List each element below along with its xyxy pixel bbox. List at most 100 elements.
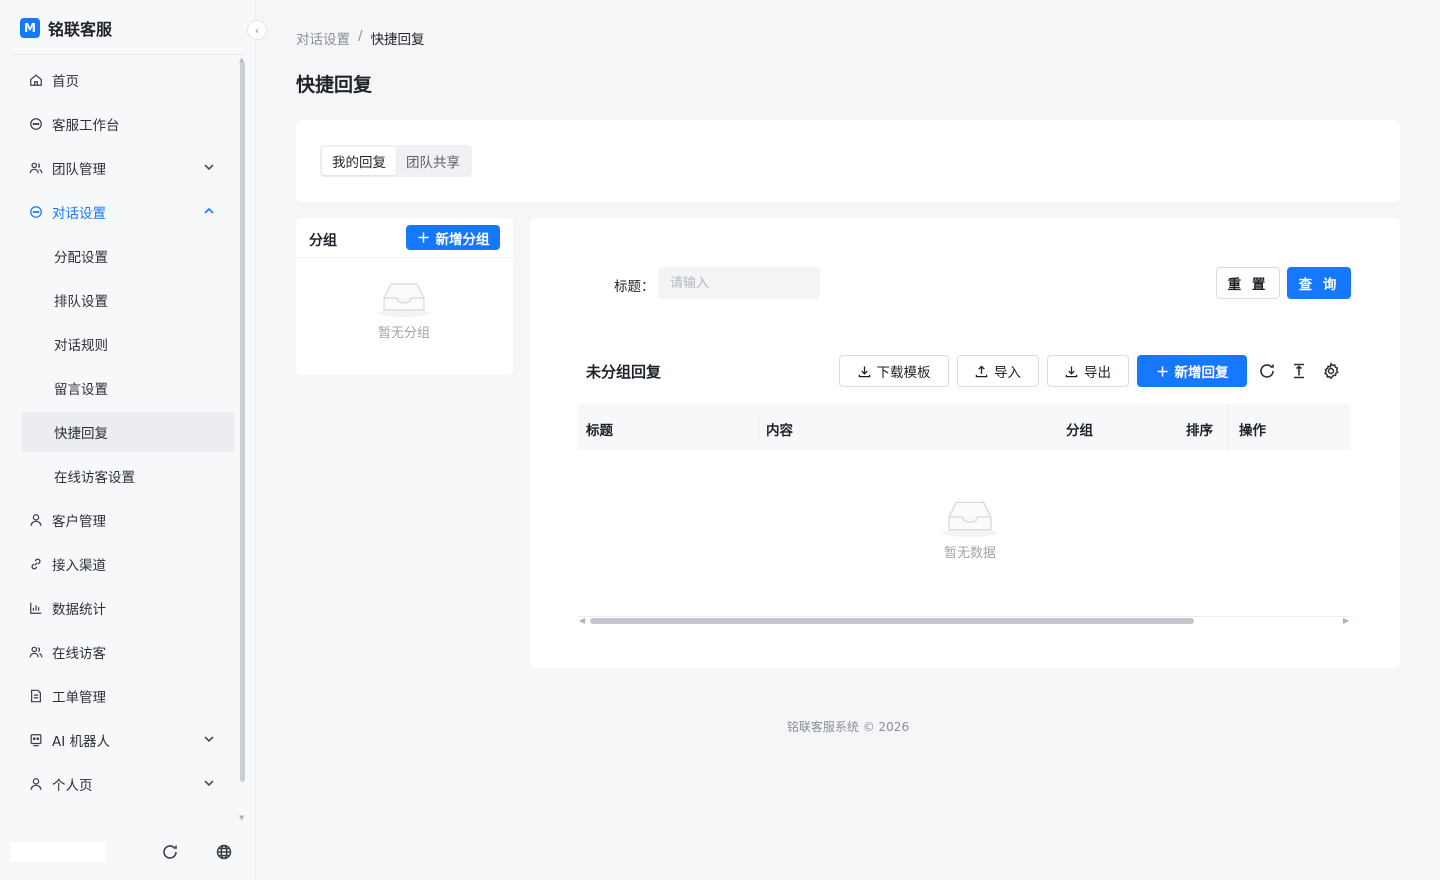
group-empty-text: 暂无分组 bbox=[377, 326, 430, 341]
reset-button[interactable]: 重 置 bbox=[1216, 267, 1280, 299]
add-reply-label: 新增回复 bbox=[1174, 365, 1229, 381]
sidebar-item-profile[interactable]: 个人页 bbox=[0, 762, 246, 806]
add-reply-button[interactable]: 新增回复 bbox=[1137, 355, 1247, 387]
user-icon bbox=[28, 512, 44, 528]
page-footer: 铭联客服系统 © 2026 bbox=[786, 720, 910, 734]
sidebar-item-label: 首页 bbox=[52, 74, 79, 90]
tab-team-shared[interactable]: 团队共享 bbox=[396, 147, 470, 175]
brand[interactable]: M 铭联客服 bbox=[20, 14, 112, 42]
sidebar-item-team[interactable]: 团队管理 bbox=[0, 146, 246, 190]
scroll-right-arrow-icon[interactable]: ▶ bbox=[1343, 616, 1349, 625]
column-header-group[interactable]: 分组 bbox=[1066, 419, 1093, 439]
plus-icon bbox=[1156, 365, 1168, 377]
export-label: 导出 bbox=[1084, 365, 1111, 381]
column-header-order[interactable]: 排序 bbox=[1186, 419, 1213, 439]
sidebar-subitem-message[interactable]: 留言设置 bbox=[0, 366, 246, 410]
upload-icon bbox=[975, 364, 988, 377]
sidebar-item-home[interactable]: 首页 bbox=[0, 58, 246, 102]
document-icon bbox=[28, 688, 44, 704]
chevron-up-icon bbox=[204, 207, 214, 214]
sidebar-item-label: 在线访客 bbox=[52, 646, 106, 662]
chevron-down-icon bbox=[204, 164, 214, 171]
import-label: 导入 bbox=[994, 365, 1021, 381]
query-button[interactable]: 查 询 bbox=[1287, 267, 1351, 299]
home-icon bbox=[28, 72, 44, 88]
column-divider bbox=[758, 414, 759, 440]
sidebar-item-visitors[interactable]: 在线访客 bbox=[0, 630, 246, 674]
visitor-icon bbox=[28, 644, 44, 660]
sidebar-item-label: 对话设置 bbox=[52, 206, 106, 222]
sidebar-item-ai-robot[interactable]: AI 机器人 bbox=[0, 718, 246, 762]
sidebar-subitem-chat-rules[interactable]: 对话规则 bbox=[0, 322, 246, 366]
sidebar-item-label: 个人页 bbox=[52, 778, 93, 794]
chevron-down-icon bbox=[204, 736, 214, 743]
download-template-button[interactable]: 下载模板 bbox=[839, 355, 949, 387]
sidebar-subitem-allocation[interactable]: 分配设置 bbox=[0, 234, 246, 278]
table-empty-state: 暂无数据 bbox=[930, 494, 1010, 561]
column-header-title[interactable]: 标题 bbox=[586, 419, 613, 439]
sidebar-subitem-queue[interactable]: 排队设置 bbox=[0, 278, 246, 322]
column-height-icon[interactable] bbox=[1290, 362, 1308, 380]
sidebar-subitem-visitor-settings[interactable]: 在线访客设置 bbox=[0, 454, 246, 498]
sidebar-item-tickets[interactable]: 工单管理 bbox=[0, 674, 246, 718]
table-empty-text: 暂无数据 bbox=[943, 546, 996, 561]
sidebar-item-label: 接入渠道 bbox=[52, 558, 106, 574]
sidebar-item-chat-settings[interactable]: 对话设置 bbox=[0, 190, 246, 234]
breadcrumb-parent[interactable]: 对话设置 bbox=[296, 28, 350, 48]
sidebar-item-statistics[interactable]: 数据统计 bbox=[0, 586, 246, 630]
refresh-icon[interactable] bbox=[1258, 362, 1276, 380]
breadcrumb-current: 快捷回复 bbox=[370, 32, 425, 48]
column-header-actions[interactable]: 操作 bbox=[1239, 419, 1266, 439]
column-divider bbox=[1228, 404, 1229, 450]
breadcrumb: 对话设置 / 快捷回复 bbox=[296, 28, 425, 48]
group-panel-header: 分组 新增分组 bbox=[296, 218, 513, 258]
user-icon bbox=[28, 776, 44, 792]
import-button[interactable]: 导入 bbox=[957, 355, 1039, 387]
scroll-down-arrow-icon[interactable]: ▼ bbox=[239, 814, 244, 822]
list-section-title: 未分组回复 bbox=[586, 363, 662, 381]
reply-scope-segmented: 我的回复 团队共享 bbox=[320, 145, 472, 177]
scroll-left-arrow-icon[interactable]: ◀ bbox=[579, 616, 585, 625]
sidebar-subitem-quick-reply[interactable]: 快捷回复 bbox=[22, 412, 234, 452]
column-header-content[interactable]: 内容 bbox=[766, 419, 793, 439]
sidebar-item-label: 团队管理 bbox=[52, 162, 106, 178]
sidebar-item-label: 客户管理 bbox=[52, 514, 106, 530]
robot-icon bbox=[28, 732, 44, 748]
bar-chart-icon bbox=[28, 600, 44, 616]
tab-my-replies[interactable]: 我的回复 bbox=[322, 147, 396, 175]
globe-icon[interactable] bbox=[214, 842, 234, 862]
sidebar-item-workbench[interactable]: 客服工作台 bbox=[0, 102, 246, 146]
user-info-masked[interactable] bbox=[10, 842, 106, 862]
team-icon bbox=[28, 160, 44, 176]
reply-list-card: 标题： 重 置 查 询 未分组回复 下载模板 导入 导出 新增回复 标题 内容 … bbox=[530, 218, 1400, 668]
empty-inbox-icon bbox=[942, 501, 998, 537]
title-filter-input[interactable] bbox=[658, 267, 820, 299]
gear-icon[interactable] bbox=[1322, 362, 1340, 380]
refresh-icon[interactable] bbox=[160, 842, 180, 862]
sidebar-item-label: 工单管理 bbox=[52, 690, 106, 706]
brand-name: 铭联客服 bbox=[48, 20, 113, 39]
title-filter-label: 标题： bbox=[614, 279, 655, 295]
group-panel-title: 分组 bbox=[309, 233, 337, 249]
page-title: 快捷回复 bbox=[296, 74, 373, 96]
sidebar: M 铭联客服 首页 客服工作台 团队管理 对话设置 分配设置 排队设置 对话规则… bbox=[0, 0, 256, 880]
brand-logo: M bbox=[20, 18, 40, 38]
plus-icon bbox=[417, 232, 429, 243]
breadcrumb-separator: / bbox=[358, 28, 363, 44]
horizontal-scroll-thumb[interactable] bbox=[590, 618, 1194, 624]
sidebar-collapse-button[interactable]: ‹ bbox=[247, 20, 267, 40]
brand-divider bbox=[10, 54, 246, 55]
sidebar-item-customers[interactable]: 客户管理 bbox=[0, 498, 246, 542]
add-group-label: 新增分组 bbox=[435, 231, 490, 248]
download-icon bbox=[1065, 365, 1078, 377]
sidebar-footer bbox=[0, 836, 256, 868]
export-button[interactable]: 导出 bbox=[1047, 355, 1129, 387]
group-empty-state: 暂无分组 bbox=[364, 276, 444, 341]
sidebar-scrollbar[interactable] bbox=[240, 62, 245, 782]
chat-icon bbox=[28, 116, 44, 132]
group-panel: 分组 新增分组 暂无分组 bbox=[296, 218, 513, 375]
sidebar-item-channels[interactable]: 接入渠道 bbox=[0, 542, 246, 586]
add-group-button[interactable]: 新增分组 bbox=[406, 225, 500, 250]
table-header: 标题 内容 分组 排序 操作 bbox=[578, 404, 1350, 450]
chevron-down-icon bbox=[204, 780, 214, 787]
